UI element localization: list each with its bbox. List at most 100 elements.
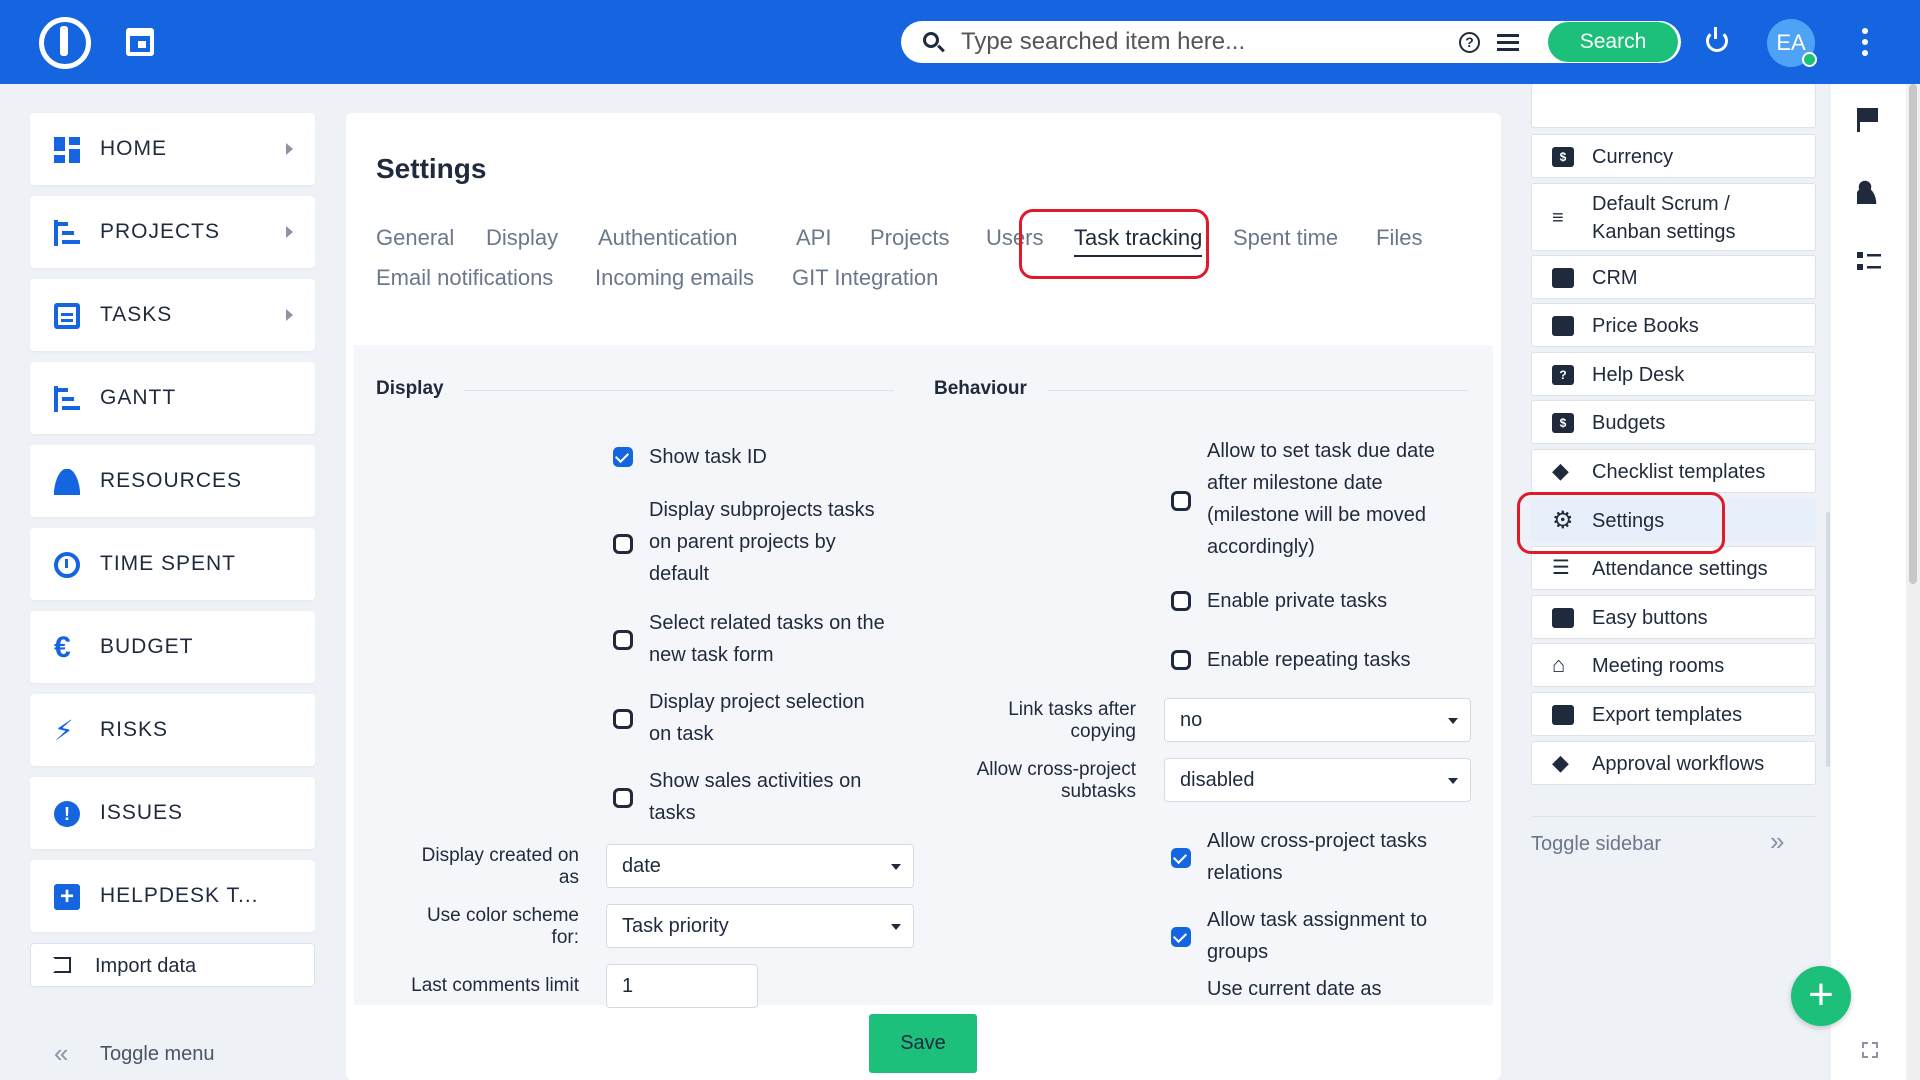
tab-general[interactable]: General bbox=[376, 225, 454, 251]
show-sales-activities-checkbox[interactable] bbox=[613, 788, 633, 808]
tab-projects[interactable]: Projects bbox=[870, 225, 949, 251]
label-line: copying bbox=[1070, 721, 1137, 742]
display-project-selection-checkbox[interactable] bbox=[613, 709, 633, 729]
private-tasks-label: Enable private tasks bbox=[1207, 590, 1388, 612]
app-logo-icon[interactable] bbox=[39, 17, 91, 69]
label-line: default bbox=[649, 563, 710, 585]
sidebar-item-label: Easy buttons bbox=[1592, 607, 1708, 629]
tab-authentication[interactable]: Authentication bbox=[598, 225, 737, 251]
caret-down-icon bbox=[891, 864, 901, 870]
select-related-checkbox[interactable] bbox=[613, 630, 633, 650]
search-icon bbox=[923, 32, 939, 48]
flag-icon[interactable] bbox=[1857, 108, 1881, 132]
comments-limit-label: Last comments limit bbox=[411, 975, 579, 996]
label-line: Link tasks after bbox=[1008, 699, 1136, 720]
tab-git-integration[interactable]: GIT Integration bbox=[792, 265, 938, 291]
tab-display[interactable]: Display bbox=[486, 225, 558, 251]
page-title: Settings bbox=[376, 153, 487, 184]
sidebar-item-approval-workflows[interactable]: ◆ Approval workflows bbox=[1531, 741, 1816, 785]
help-icon[interactable]: ? bbox=[1459, 32, 1480, 53]
right-rail bbox=[1831, 84, 1906, 1080]
menu-item-risks[interactable]: ⚡ RISKS bbox=[30, 694, 315, 766]
label-line: Allow task assignment to bbox=[1207, 909, 1428, 931]
search-input[interactable] bbox=[961, 27, 1441, 57]
toggle-sidebar-button[interactable]: Toggle sidebar bbox=[1531, 833, 1661, 856]
label-line: new task form bbox=[649, 644, 774, 666]
save-button[interactable]: Save bbox=[869, 1014, 977, 1073]
menu-item-helpdesk[interactable]: + HELPDESK T... bbox=[30, 860, 315, 932]
sidebar-item-export-templates[interactable]: Export templates bbox=[1531, 692, 1816, 736]
tab-spent-time[interactable]: Spent time bbox=[1233, 225, 1338, 251]
sidebar-item-crm[interactable]: CRM bbox=[1531, 255, 1816, 299]
power-icon[interactable] bbox=[1706, 27, 1728, 52]
color-scheme-select[interactable]: Task priority bbox=[606, 904, 914, 948]
tab-files[interactable]: Files bbox=[1376, 225, 1422, 251]
sidebar-item-meeting-rooms[interactable]: ⌂ Meeting rooms bbox=[1531, 643, 1816, 687]
menu-item-projects[interactable]: PROJECTS bbox=[30, 196, 315, 268]
double-chevron-right-icon[interactable]: » bbox=[1770, 826, 1784, 857]
show-task-id-checkbox[interactable] bbox=[613, 447, 633, 467]
checklist-icon[interactable] bbox=[1857, 250, 1881, 274]
calendar-icon[interactable] bbox=[126, 28, 154, 56]
tab-api[interactable]: API bbox=[796, 225, 831, 251]
menu-item-label: RESOURCES bbox=[100, 469, 243, 492]
add-fab-button[interactable]: + bbox=[1791, 966, 1851, 1026]
created-on-select[interactable]: date bbox=[606, 844, 914, 888]
arrow-right-icon bbox=[286, 226, 293, 238]
double-chevron-left-icon: « bbox=[54, 1038, 69, 1068]
label-line: Display project selection bbox=[649, 691, 865, 713]
import-data-button[interactable]: Import data bbox=[30, 943, 315, 987]
more-vert-icon[interactable] bbox=[1862, 28, 1868, 56]
sidebar-item-partial[interactable] bbox=[1531, 84, 1816, 128]
sidebar-item-label: CRM bbox=[1592, 267, 1638, 289]
cross-subtasks-select[interactable]: disabled bbox=[1164, 758, 1471, 802]
sidebar-item-help-desk[interactable]: ? Help Desk bbox=[1531, 352, 1816, 396]
fullscreen-icon[interactable] bbox=[1862, 1042, 1878, 1058]
menu-item-budget[interactable]: € BUDGET bbox=[30, 611, 315, 683]
sidebar-item-label: Checklist templates bbox=[1592, 461, 1766, 483]
diamond-arrow-icon: ◆ bbox=[1552, 750, 1569, 775]
sidebar-item-scrum-kanban[interactable]: ≡ Default Scrum / Kanban settings bbox=[1531, 183, 1816, 251]
search-button[interactable]: Search bbox=[1548, 22, 1678, 62]
sidebar-item-checklist-templates[interactable]: ◆ Checklist templates bbox=[1531, 449, 1816, 493]
comments-limit-input[interactable] bbox=[606, 964, 758, 1008]
label-line: Default Scrum / bbox=[1592, 193, 1730, 215]
show-task-id-label: Show task ID bbox=[649, 446, 767, 468]
user-search-icon[interactable] bbox=[1857, 180, 1881, 204]
link-tasks-select[interactable]: no bbox=[1164, 698, 1471, 742]
repeating-tasks-checkbox[interactable] bbox=[1171, 650, 1191, 670]
task-assignment-groups-checkbox[interactable] bbox=[1171, 927, 1191, 947]
sidebar-item-budgets[interactable]: $ Budgets bbox=[1531, 400, 1816, 444]
tab-incoming-emails[interactable]: Incoming emails bbox=[595, 265, 754, 291]
user-avatar[interactable]: EA bbox=[1767, 19, 1817, 67]
menu-item-issues[interactable]: ! ISSUES bbox=[30, 777, 315, 849]
label-line: Show sales activities on bbox=[649, 770, 862, 792]
sidebar-item-easy-buttons[interactable]: Easy buttons bbox=[1531, 595, 1816, 639]
menu-item-gantt[interactable]: GANTT bbox=[30, 362, 315, 434]
use-current-date-label: Use current date as bbox=[1207, 978, 1382, 1000]
grid-icon bbox=[1552, 608, 1574, 628]
toggle-menu-button[interactable]: « Toggle menu bbox=[30, 1036, 315, 1076]
cross-project-relations-checkbox[interactable] bbox=[1171, 848, 1191, 868]
sidebar-scrollbar[interactable] bbox=[1826, 512, 1830, 767]
sidebar-item-price-books[interactable]: Price Books bbox=[1531, 303, 1816, 347]
diamond-arrow-icon: ◆ bbox=[1552, 458, 1569, 483]
private-tasks-checkbox[interactable] bbox=[1171, 591, 1191, 611]
cross-project-relations-label: Allow cross-project tasks relations bbox=[1207, 825, 1427, 889]
tab-email-notifications[interactable]: Email notifications bbox=[376, 265, 553, 291]
home-icon: ⌂ bbox=[1552, 652, 1566, 677]
menu-item-home[interactable]: HOME bbox=[30, 113, 315, 185]
left-menu: HOME PROJECTS TASKS GANTT RESOURCES TIME… bbox=[30, 113, 315, 987]
label-line: (milestone will be moved bbox=[1207, 504, 1426, 526]
menu-item-tasks[interactable]: TASKS bbox=[30, 279, 315, 351]
page-scrollbar[interactable] bbox=[1906, 84, 1920, 1080]
label-line: Allow cross-project tasks bbox=[1207, 830, 1428, 852]
display-subprojects-checkbox[interactable] bbox=[613, 534, 633, 554]
sidebar-item-label: Help Desk bbox=[1592, 364, 1685, 386]
menu-item-time-spent[interactable]: TIME SPENT bbox=[30, 528, 315, 600]
search-filter-icon[interactable] bbox=[1497, 31, 1519, 53]
menu-item-resources[interactable]: RESOURCES bbox=[30, 445, 315, 517]
due-date-after-milestone-checkbox[interactable] bbox=[1171, 491, 1191, 511]
project-tree-icon bbox=[54, 220, 80, 246]
sidebar-item-currency[interactable]: $ Currency bbox=[1531, 134, 1816, 178]
